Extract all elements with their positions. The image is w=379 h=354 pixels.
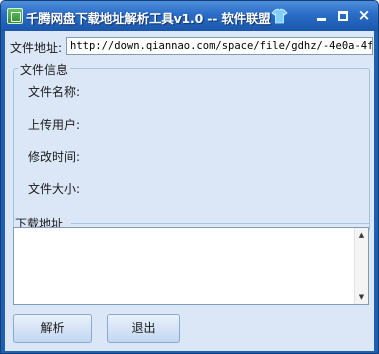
- close-icon: ×: [357, 6, 371, 24]
- file-info-group: 文件信息 文件名称: 上传用户: 修改时间: 文件大小:: [13, 61, 370, 232]
- client-area: 文件地址: http://down.qiannao.com/space/file…: [5, 31, 374, 351]
- app-window: 千腾网盘下载地址解析工具v1.0 -- 软件联盟 × 文件地址: http://…: [0, 0, 379, 354]
- download-url-textarea[interactable]: ▲ ▼: [13, 227, 369, 305]
- url-label: 文件地址:: [10, 41, 63, 55]
- exit-button[interactable]: 退出: [107, 314, 180, 343]
- vertical-scrollbar[interactable]: ▲ ▼: [354, 228, 368, 304]
- download-group-divider: [71, 223, 370, 224]
- upload-user-label: 上传用户:: [28, 118, 81, 132]
- parse-button[interactable]: 解析: [13, 314, 92, 343]
- close-button[interactable]: ×: [356, 8, 372, 24]
- file-info-title: 文件信息: [18, 61, 71, 78]
- title-bar[interactable]: 千腾网盘下载地址解析工具v1.0 -- 软件联盟 ×: [1, 1, 378, 31]
- file-size-label: 文件大小:: [28, 182, 81, 196]
- window-title: 千腾网盘下载地址解析工具v1.0 -- 软件联盟: [26, 11, 271, 26]
- app-icon: [7, 8, 23, 24]
- scroll-up-arrow-icon[interactable]: ▲: [355, 228, 368, 242]
- minimize-icon: [316, 18, 326, 21]
- url-input[interactable]: http://down.qiannao.com/space/file/gdhz/…: [66, 37, 373, 55]
- file-name-label: 文件名称:: [28, 85, 81, 99]
- modified-time-label: 修改时间:: [28, 150, 81, 164]
- scroll-down-arrow-icon[interactable]: ▼: [355, 290, 368, 304]
- minimize-button[interactable]: [313, 8, 329, 24]
- maximize-button[interactable]: [335, 8, 351, 24]
- skin-shirt-icon[interactable]: [271, 8, 288, 25]
- maximize-icon: [338, 11, 348, 21]
